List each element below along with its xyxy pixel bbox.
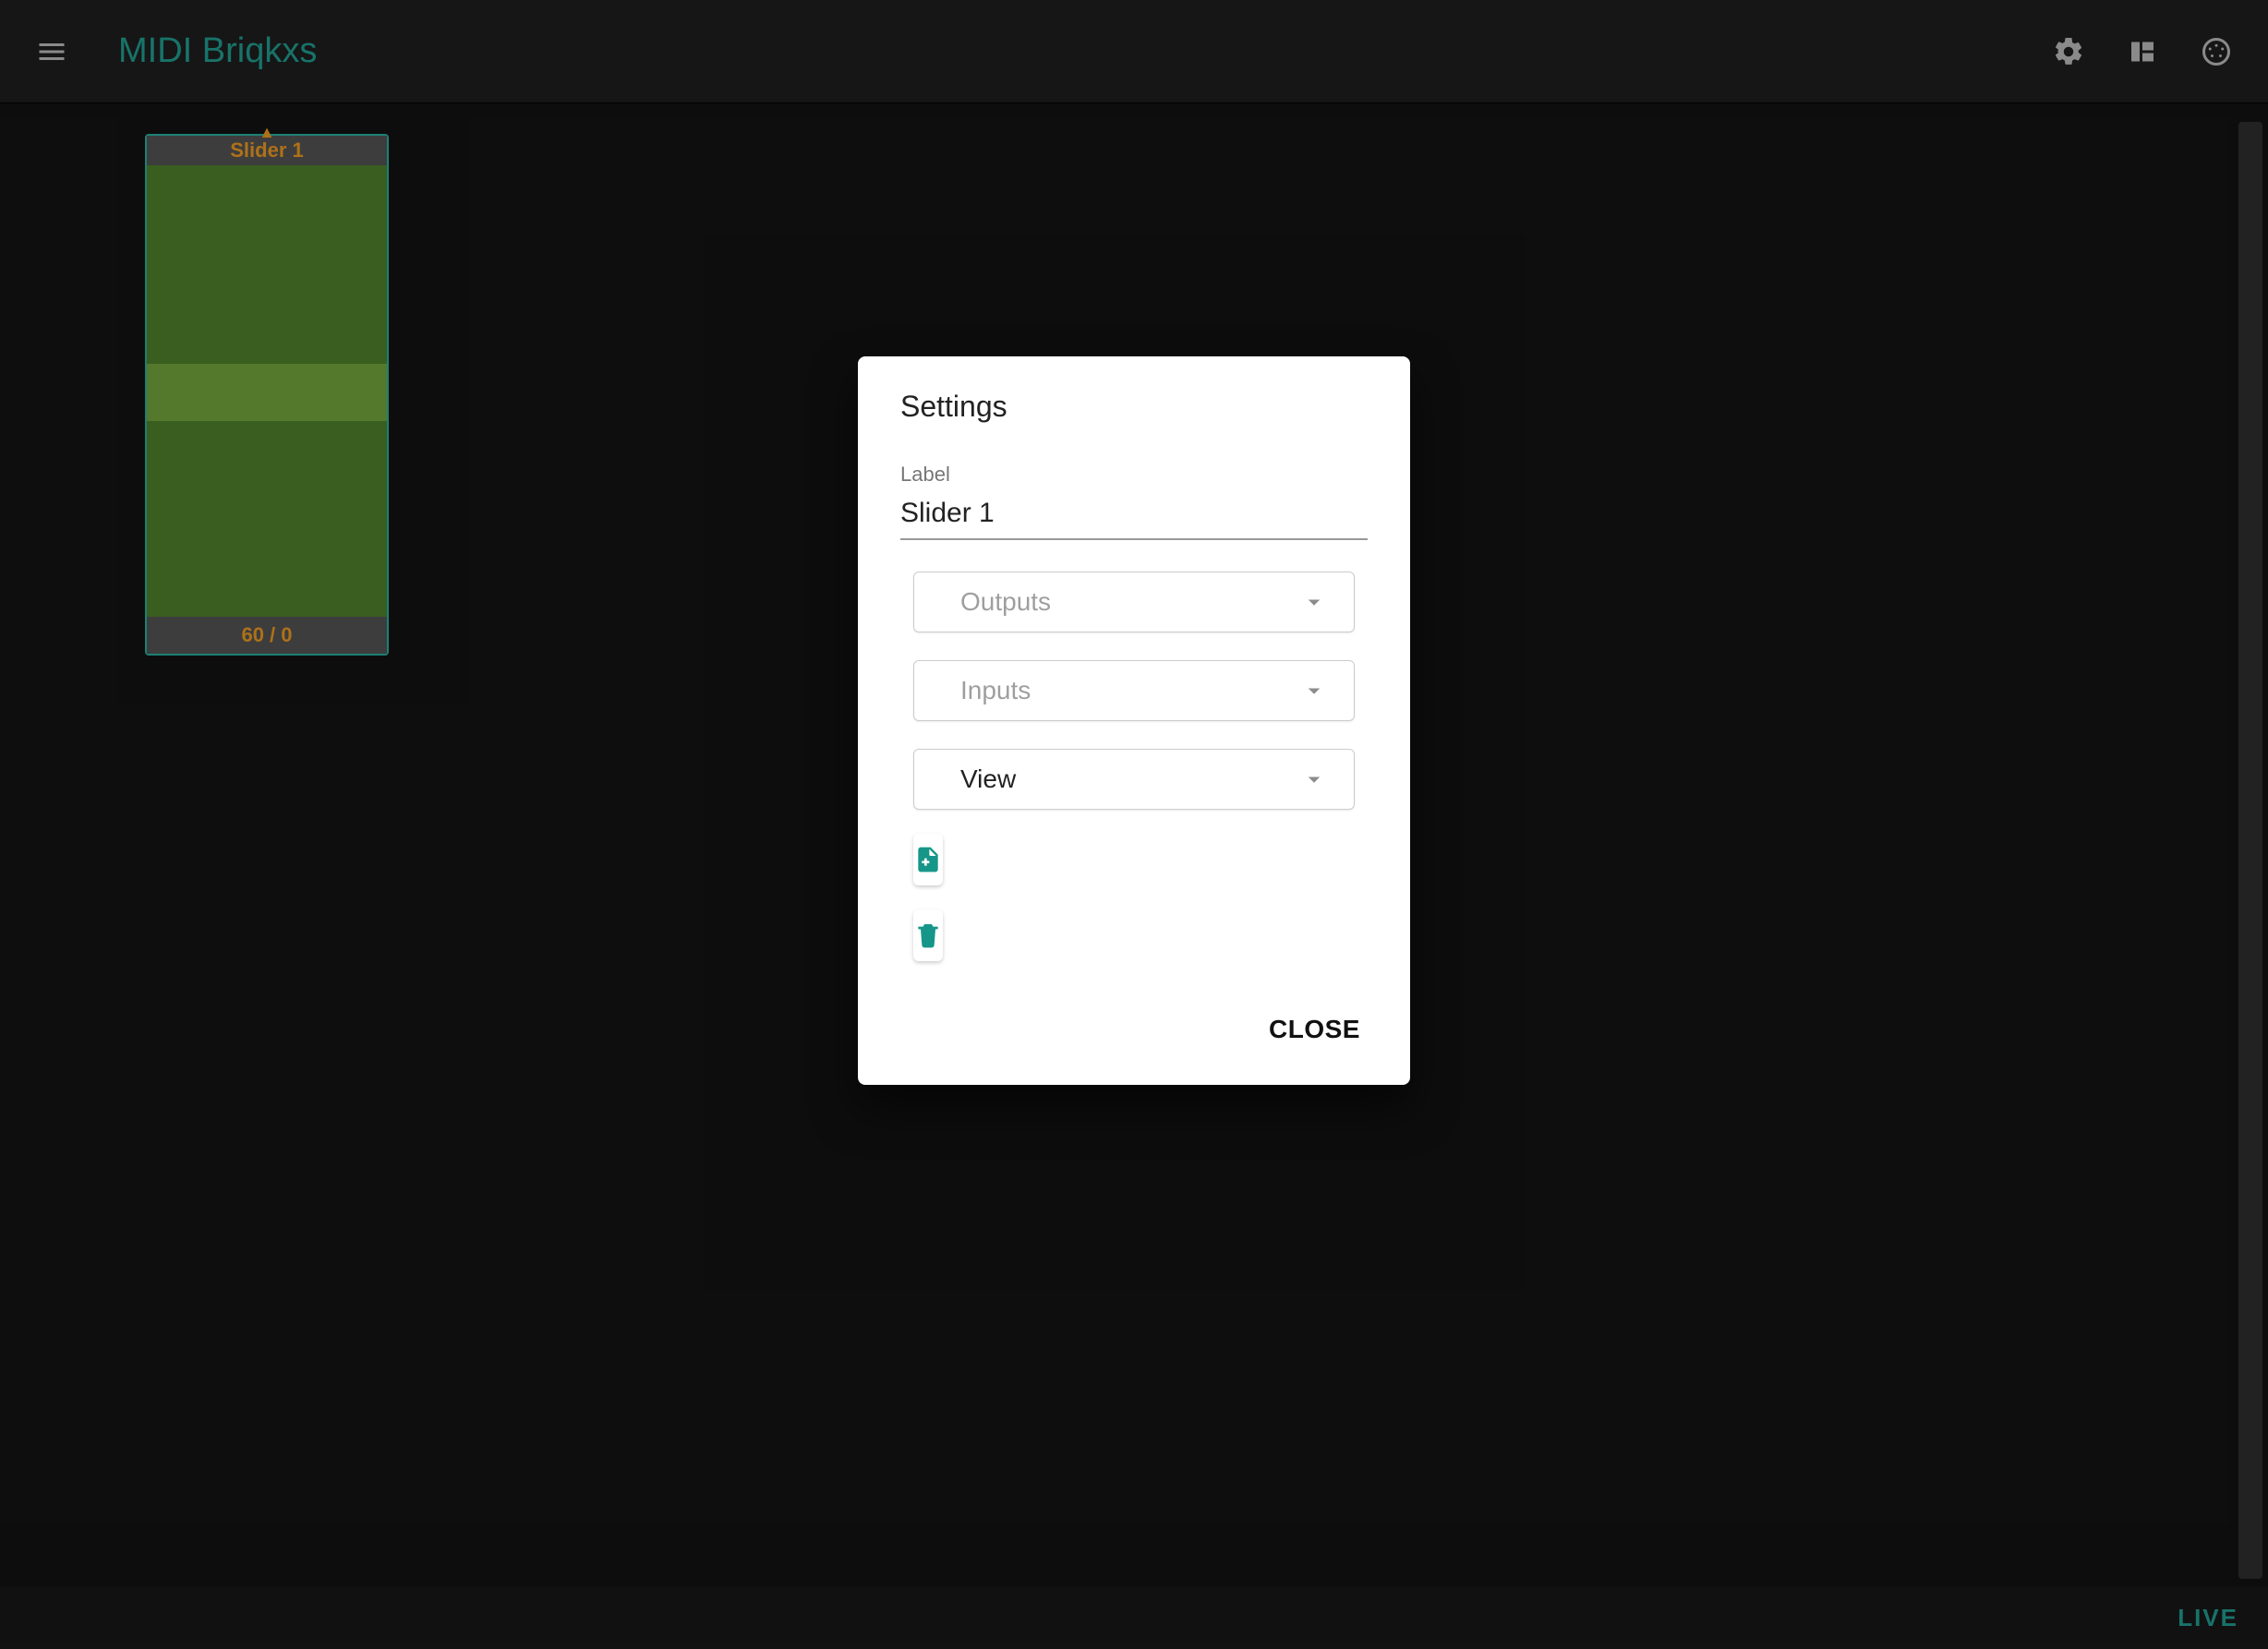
duplicate-button[interactable]: [913, 834, 943, 885]
view-panel[interactable]: View: [913, 749, 1355, 810]
note-add-icon: [913, 845, 943, 874]
dialog-title: Settings: [900, 390, 1368, 424]
outputs-label: Outputs: [960, 587, 1300, 617]
close-button[interactable]: CLOSE: [1261, 1004, 1368, 1055]
trash-icon: [913, 921, 943, 950]
label-caption: Label: [900, 463, 1368, 487]
view-label: View: [960, 764, 1300, 794]
chevron-down-icon: [1300, 677, 1328, 704]
settings-dialog: Settings Label Outputs Inputs View: [858, 356, 1410, 1085]
chevron-down-icon: [1300, 588, 1328, 616]
outputs-panel[interactable]: Outputs: [913, 572, 1355, 632]
label-input[interactable]: [900, 492, 1368, 540]
inputs-label: Inputs: [960, 676, 1300, 705]
inputs-panel[interactable]: Inputs: [913, 660, 1355, 721]
chevron-down-icon: [1300, 765, 1328, 793]
delete-button[interactable]: [913, 909, 943, 961]
